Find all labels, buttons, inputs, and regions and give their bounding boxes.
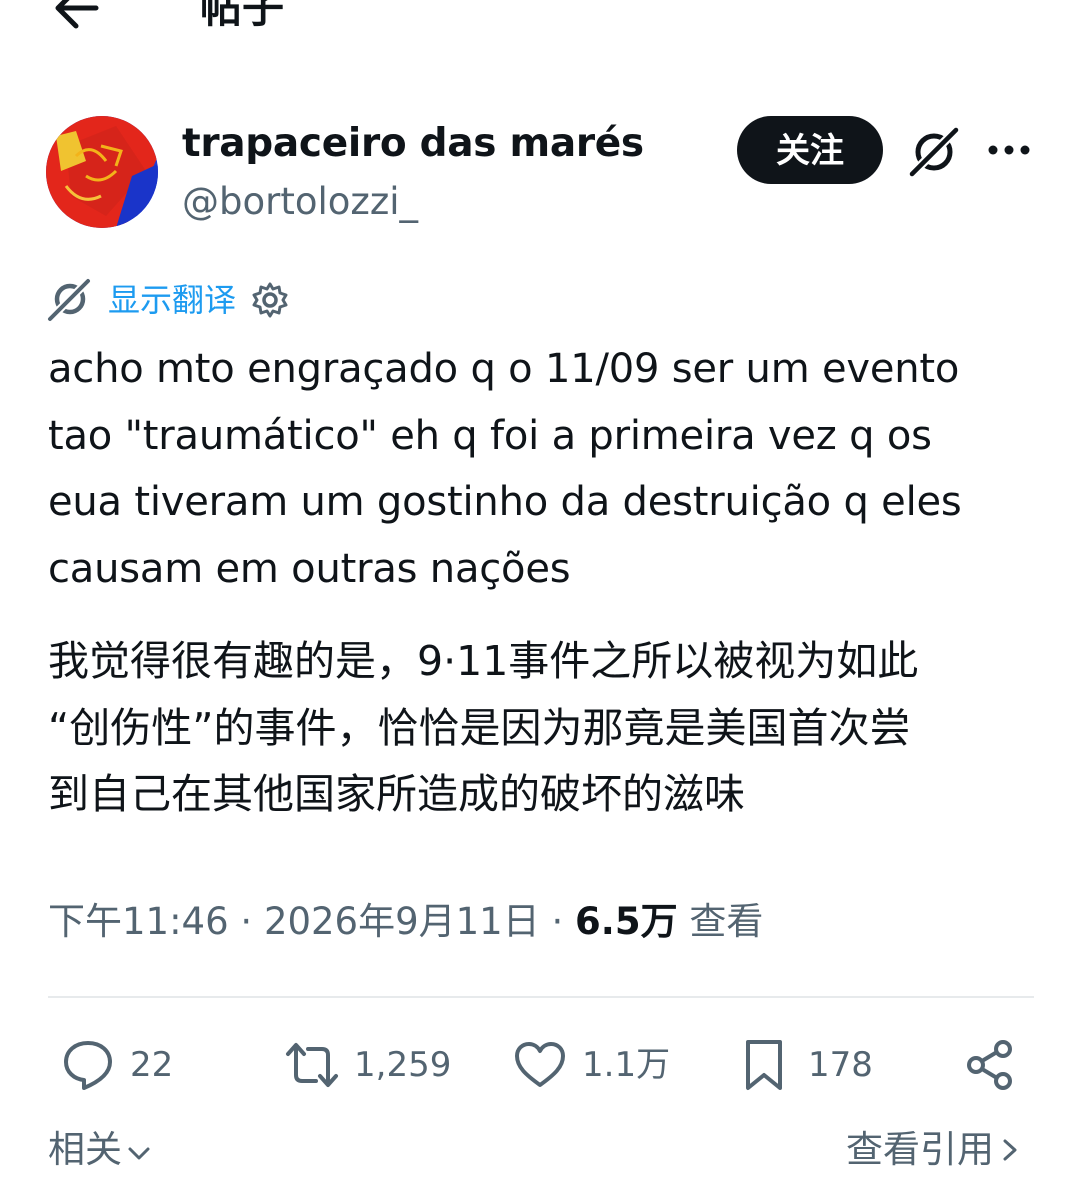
view-quotes-label: 查看引用 bbox=[846, 1128, 994, 1171]
chevron-right-icon bbox=[1003, 1139, 1017, 1161]
arrow-left-icon[interactable] bbox=[52, 0, 100, 30]
page-title: 帖子 bbox=[200, 0, 285, 32]
gear-icon[interactable] bbox=[250, 280, 290, 320]
reply-icon bbox=[64, 1041, 112, 1090]
meta-separator: · bbox=[551, 900, 576, 943]
translate-row: 显示翻译 bbox=[46, 276, 290, 324]
post-text: acho mto engraçado q o 11/09 ser um even… bbox=[48, 346, 962, 592]
repost-icon bbox=[286, 1043, 338, 1087]
divider bbox=[48, 996, 1034, 998]
heart-icon bbox=[515, 1042, 565, 1087]
related-label: 相关 bbox=[48, 1128, 122, 1171]
chevron-down-icon bbox=[128, 1147, 150, 1160]
like-count: 1.1万 bbox=[582, 1045, 671, 1085]
author-handle[interactable]: @bortolozzi_ bbox=[182, 178, 418, 226]
like-button[interactable]: 1.1万 bbox=[512, 1034, 670, 1096]
grok-translate-icon[interactable] bbox=[46, 277, 92, 323]
meta-separator: · bbox=[240, 900, 264, 943]
bookmark-count: 178 bbox=[808, 1045, 873, 1085]
show-translation-link[interactable]: 显示翻译 bbox=[108, 278, 236, 322]
more-options-icon[interactable] bbox=[985, 130, 1033, 170]
repost-button[interactable]: 1,259 bbox=[284, 1034, 451, 1096]
bookmark-button[interactable]: 178 bbox=[738, 1034, 873, 1096]
follow-button[interactable]: 关注 bbox=[737, 116, 883, 184]
related-toggle[interactable]: 相关 bbox=[48, 1126, 152, 1174]
post-meta: 下午11:46 · 2026年9月11日 · 6.5万 查看 bbox=[48, 896, 763, 948]
repost-count: 1,259 bbox=[354, 1045, 452, 1085]
author-display-name[interactable]: trapaceiro das marés bbox=[182, 120, 644, 168]
share-icon bbox=[967, 1040, 1012, 1090]
post-translation: 我觉得很有趣的是，9·11事件之所以被视为如此 “创伤性”的事件，恰恰是因为那竟… bbox=[48, 637, 919, 819]
view-quotes-link[interactable]: 查看引用 bbox=[846, 1126, 1022, 1174]
avatar-image bbox=[46, 116, 158, 228]
grok-icon[interactable] bbox=[906, 124, 962, 180]
post-time[interactable]: 下午11:46 bbox=[48, 900, 229, 943]
reply-count: 22 bbox=[130, 1045, 174, 1085]
post-date[interactable]: 2026年9月11日 bbox=[264, 900, 540, 943]
share-button[interactable] bbox=[962, 1034, 1018, 1096]
top-bar: 帖子 bbox=[0, 0, 1080, 40]
views-label: 查看 bbox=[689, 900, 764, 943]
bookmark-icon bbox=[746, 1040, 782, 1090]
views-count: 6.5万 bbox=[575, 900, 678, 943]
reply-button[interactable]: 22 bbox=[60, 1034, 173, 1096]
avatar[interactable] bbox=[46, 116, 158, 228]
